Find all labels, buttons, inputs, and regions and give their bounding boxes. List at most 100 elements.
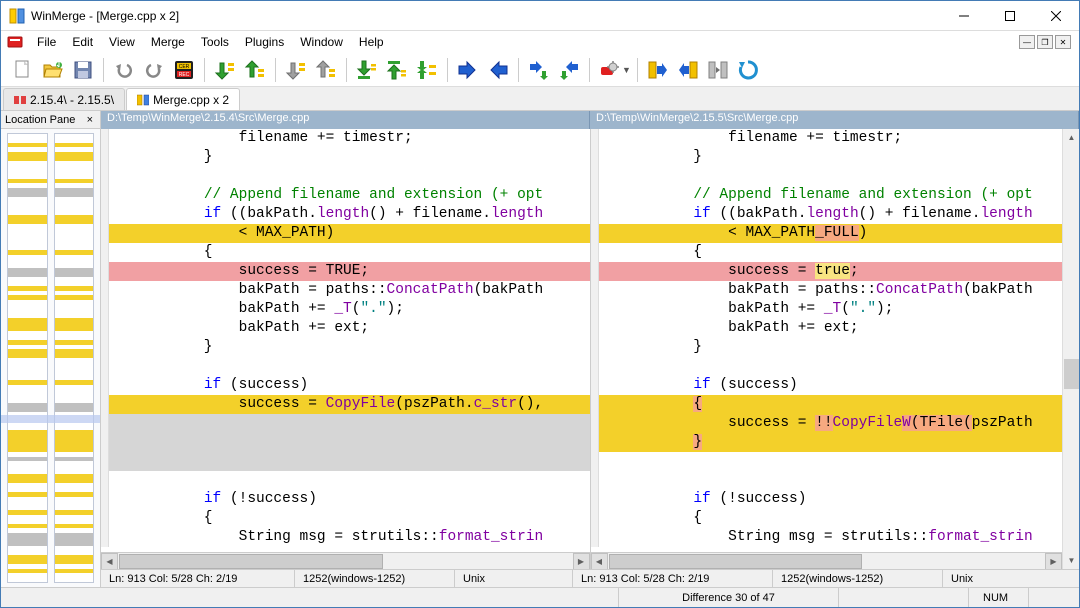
refresh-button[interactable] <box>734 56 762 84</box>
first-diff-button[interactable] <box>383 56 411 84</box>
location-bar-left[interactable] <box>7 133 48 583</box>
options-dropdown[interactable]: ▼ <box>622 65 631 75</box>
tab-label: Merge.cpp x 2 <box>153 93 229 107</box>
undo-button[interactable] <box>110 56 138 84</box>
code-line[interactable]: { <box>101 243 590 262</box>
left-code-view[interactable]: filename += timestr; } // Append filenam… <box>101 129 590 552</box>
code-line[interactable]: // Append filename and extension (+ opt <box>591 186 1063 205</box>
code-line[interactable]: if ((bakPath.length() + filename.length <box>591 205 1063 224</box>
mdi-restore-button[interactable]: ❐ <box>1037 35 1053 49</box>
code-line[interactable]: { <box>591 395 1063 414</box>
options-button[interactable] <box>596 56 624 84</box>
mdi-close-button[interactable]: ✕ <box>1055 35 1071 49</box>
code-line[interactable]: filename += timestr; <box>101 129 590 148</box>
left-status-enc: 1252(windows-1252) <box>295 570 455 587</box>
tab-folder-compare[interactable]: 2.15.4\ - 2.15.5\ <box>3 88 125 110</box>
main-area: Location Pane × D:\Temp\WinMerge\2.15.4\… <box>1 111 1079 587</box>
code-line[interactable] <box>591 167 1063 186</box>
copy-right-button[interactable] <box>454 56 482 84</box>
close-button[interactable] <box>1033 1 1079 31</box>
code-line[interactable] <box>591 357 1063 376</box>
code-line[interactable]: String msg = strutils::format_strin <box>101 528 590 547</box>
menu-edit[interactable]: Edit <box>64 33 101 51</box>
code-line[interactable]: // Append filename and extension (+ opt <box>101 186 590 205</box>
right-pane-header[interactable]: D:\Temp\WinMerge\2.15.5\Src\Merge.cpp <box>590 111 1079 129</box>
code-line[interactable] <box>101 167 590 186</box>
code-line[interactable] <box>591 471 1063 490</box>
swap-button[interactable] <box>704 56 732 84</box>
code-line[interactable]: if (success) <box>591 376 1063 395</box>
copy-left-advance-button[interactable] <box>555 56 583 84</box>
menu-merge[interactable]: Merge <box>143 33 193 51</box>
code-line[interactable]: success = CopyFile(pszPath.c_str(), <box>101 395 590 414</box>
code-line[interactable] <box>591 452 1063 471</box>
code-line[interactable]: bakPath += _T("."); <box>591 300 1063 319</box>
code-line[interactable]: if ((bakPath.length() + filename.length <box>101 205 590 224</box>
right-hscrollbar[interactable]: ◀ ▶ <box>591 552 1080 569</box>
code-line[interactable]: success = !!CopyFileW(TFile(pszPath <box>591 414 1063 433</box>
next-diff-button[interactable] <box>211 56 239 84</box>
current-diff-button[interactable] <box>413 56 441 84</box>
menu-window[interactable]: Window <box>292 33 351 51</box>
location-bar-right[interactable] <box>54 133 95 583</box>
open-button[interactable] <box>39 56 67 84</box>
code-line[interactable]: if (!success) <box>101 490 590 509</box>
code-line[interactable]: bakPath += ext; <box>101 319 590 338</box>
mdi-minimize-button[interactable]: — <box>1019 35 1035 49</box>
right-code-view[interactable]: filename += timestr; } // Append filenam… <box>591 129 1080 552</box>
left-pane-header[interactable]: D:\Temp\WinMerge\2.15.4\Src\Merge.cpp <box>101 111 590 129</box>
next-diff-gray-button[interactable] <box>282 56 310 84</box>
code-line[interactable]: bakPath += _T("."); <box>101 300 590 319</box>
code-line[interactable]: < MAX_PATH) <box>101 224 590 243</box>
code-line[interactable]: } <box>101 338 590 357</box>
code-line[interactable]: } <box>591 338 1063 357</box>
redo-button[interactable] <box>140 56 168 84</box>
code-line[interactable]: if (success) <box>101 376 590 395</box>
menu-file[interactable]: File <box>29 33 64 51</box>
copy-left-button[interactable] <box>484 56 512 84</box>
code-line[interactable]: } <box>591 148 1063 167</box>
code-line[interactable]: } <box>101 148 590 167</box>
code-line[interactable]: String msg = strutils::format_strin <box>591 528 1063 547</box>
menu-help[interactable]: Help <box>351 33 392 51</box>
menu-plugins[interactable]: Plugins <box>237 33 292 51</box>
code-line[interactable]: success = TRUE; <box>101 262 590 281</box>
location-pane: Location Pane × <box>1 111 101 587</box>
status-diff-count: Difference 30 of 47 <box>619 588 839 607</box>
code-line[interactable]: < MAX_PATH_FULL) <box>591 224 1063 243</box>
location-pane-body[interactable] <box>1 129 100 587</box>
code-line[interactable]: bakPath = paths::ConcatPath(bakPath <box>591 281 1063 300</box>
code-line[interactable]: { <box>591 509 1063 528</box>
menu-tools[interactable]: Tools <box>193 33 237 51</box>
code-line[interactable]: success = true; <box>591 262 1063 281</box>
code-line[interactable]: { <box>101 509 590 528</box>
app-window: WinMerge - [Merge.cpp x 2] FileEditViewM… <box>0 0 1080 608</box>
minimize-button[interactable] <box>941 1 987 31</box>
code-line[interactable]: { <box>591 243 1063 262</box>
prev-diff-button[interactable] <box>241 56 269 84</box>
last-diff-button[interactable] <box>353 56 381 84</box>
code-line[interactable]: if (!success) <box>591 490 1063 509</box>
save-button[interactable] <box>69 56 97 84</box>
code-line[interactable]: bakPath += ext; <box>591 319 1063 338</box>
tab-file-compare[interactable]: Merge.cpp x 2 <box>126 88 240 110</box>
code-line[interactable] <box>101 357 590 376</box>
copy-right-advance-button[interactable] <box>525 56 553 84</box>
prev-diff-gray-button[interactable] <box>312 56 340 84</box>
new-button[interactable] <box>9 56 37 84</box>
vscrollbar[interactable]: ▲ ▼ <box>1062 129 1079 569</box>
code-line[interactable] <box>101 471 590 490</box>
menu-view[interactable]: View <box>101 33 143 51</box>
code-line[interactable]: } <box>591 433 1063 452</box>
left-hscrollbar[interactable]: ◀ ▶ <box>101 552 590 569</box>
code-line[interactable]: bakPath = paths::ConcatPath(bakPath <box>101 281 590 300</box>
maximize-button[interactable] <box>987 1 1033 31</box>
all-left-button[interactable] <box>674 56 702 84</box>
code-line[interactable] <box>101 414 590 433</box>
record-button[interactable]: CERREC <box>170 56 198 84</box>
location-pane-close[interactable]: × <box>84 114 96 126</box>
code-line[interactable]: filename += timestr; <box>591 129 1063 148</box>
code-line[interactable] <box>101 433 590 452</box>
all-right-button[interactable] <box>644 56 672 84</box>
code-line[interactable] <box>101 452 590 471</box>
